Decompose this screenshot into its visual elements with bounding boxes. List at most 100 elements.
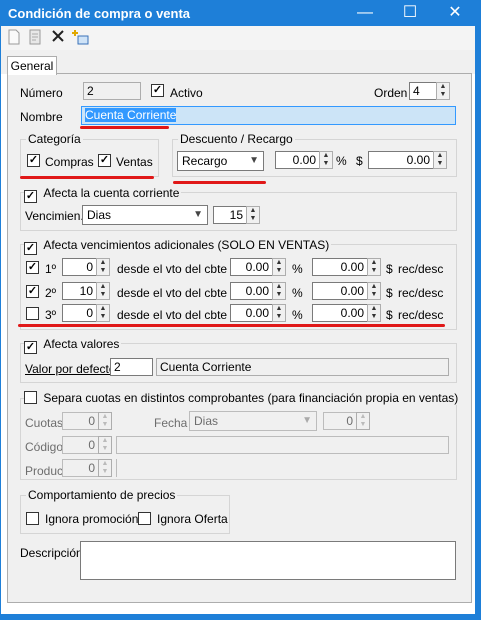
nombre-label: Nombre — [20, 110, 63, 124]
valor-defecto-label[interactable]: Valor por defecto — [25, 362, 116, 376]
new-doc-icon[interactable] — [5, 29, 23, 47]
venc-row-3-dias-spinner[interactable]: ▲ ▼ — [96, 304, 110, 322]
codigo-field[interactable]: 0 — [62, 436, 99, 454]
add-field-icon[interactable] — [71, 29, 89, 47]
vencimiento-unit-select[interactable]: Dias ▼ — [82, 205, 208, 225]
venc-row-3-pct-sign: % — [292, 308, 303, 322]
cuotas-header: Separa cuotas en distintos comprobantes … — [24, 391, 461, 405]
compras-checkbox[interactable]: ✓ — [27, 154, 40, 167]
venc-row-1-pct-field[interactable]: 0.00 — [230, 258, 273, 276]
venc-row-3-monto-field[interactable]: 0.00 — [312, 304, 368, 322]
edit-doc-icon[interactable] — [26, 29, 44, 47]
ventas-checkbox[interactable]: ✓ — [98, 154, 111, 167]
categoria-title: Categoría — [26, 132, 83, 146]
produc-label: Produc. — [25, 464, 67, 478]
codigo-spinner[interactable]: ▲ ▼ — [98, 436, 112, 454]
chevron-down-icon: ▼ — [302, 415, 312, 426]
ignora-promocion-checkbox[interactable] — [26, 512, 39, 525]
fecha-label: Fecha — [154, 416, 188, 430]
afecta-valores-header: ✓ Afecta valores — [24, 337, 122, 354]
produc-field[interactable]: 0 — [62, 459, 99, 477]
delete-icon[interactable] — [49, 29, 67, 47]
ignora-oferta-checkbox[interactable] — [138, 512, 151, 525]
venc-row-3-pct-spinner[interactable]: ▲ ▼ — [272, 304, 286, 322]
descripcion-field[interactable] — [80, 541, 456, 580]
codigo-label: Código — [25, 440, 64, 454]
venc-row-2-tipo: rec/desc — [398, 286, 444, 300]
venc-row-1-monto-field[interactable]: 0.00 — [312, 258, 368, 276]
venc-row-1-pct-spinner[interactable]: ▲ ▼ — [272, 258, 286, 276]
venc-row-1-pct-sign: % — [292, 262, 303, 276]
descuento-porcentaje-spinner[interactable]: ▲ ▼ — [319, 151, 333, 169]
window-frame-left — [0, 26, 1, 620]
vencimiento-dias-field[interactable]: 15 — [213, 206, 247, 224]
descuento-monto-spinner[interactable]: ▲ ▼ — [433, 151, 447, 169]
venc-row-2-monto-spinner[interactable]: ▲ ▼ — [367, 282, 381, 300]
vencimiento-unit-value: Dias — [87, 208, 112, 222]
ventas-label: Ventas — [116, 155, 153, 169]
venc-row-2-dias-spinner[interactable]: ▲ ▼ — [96, 282, 110, 300]
orden-spinner[interactable]: ▲ ▼ — [436, 82, 450, 100]
vencimiento-dias-spinner[interactable]: ▲ ▼ — [246, 206, 260, 224]
venc-row-3-dias-field[interactable]: 0 — [62, 304, 97, 322]
orden-label: Orden — [374, 86, 408, 100]
venc-row-1-dias-field[interactable]: 0 — [62, 258, 97, 276]
window-title: Condición de compra o venta — [8, 6, 191, 21]
venc-row-2-monto-field[interactable]: 0.00 — [312, 282, 368, 300]
valor-defecto-name-field: Cuenta Corriente — [156, 358, 449, 376]
orden-field[interactable]: 4 — [409, 82, 437, 100]
precios-title: Comportamiento de precios — [26, 488, 178, 502]
vencimiento-label: Vencimien. — [25, 209, 84, 223]
nombre-field[interactable]: Cuenta Corriente — [81, 106, 456, 125]
tab-strip — [1, 50, 475, 74]
percent-sign: % — [336, 154, 347, 168]
cuotas-field[interactable]: 0 — [62, 412, 99, 430]
annotation-underline — [173, 181, 266, 184]
produc-spinner[interactable]: ▲ ▼ — [98, 459, 112, 477]
codigo-description-field — [116, 436, 449, 454]
fecha-unit-select[interactable]: Dias ▼ — [189, 411, 317, 431]
cuotas-header-label: Separa cuotas en distintos comprobantes … — [43, 391, 459, 405]
activo-checkbox[interactable]: ✓ — [151, 84, 164, 97]
venc-row-2-dias-field[interactable]: 10 — [62, 282, 97, 300]
fecha-field[interactable]: 0 — [323, 412, 357, 430]
close-button[interactable]: ✕ — [433, 0, 477, 26]
venc-row-3-checkbox[interactable] — [26, 307, 39, 320]
descuento-porcentaje-field[interactable]: 0.00 — [275, 151, 320, 169]
afecta-cc-checkbox[interactable]: ✓ — [24, 190, 37, 203]
minimize-button[interactable]: — — [343, 0, 387, 26]
descuento-monto-field[interactable]: 0.00 — [368, 151, 434, 169]
vencimientos-checkbox[interactable]: ✓ — [24, 242, 37, 255]
tab-general[interactable]: General — [7, 56, 57, 75]
descuento-tipo-select[interactable]: Recargo ▼ — [177, 151, 264, 171]
venc-row-1-monto-spinner[interactable]: ▲ ▼ — [367, 258, 381, 276]
vencimientos-label: Afecta vencimientos adicionales (SOLO EN… — [43, 238, 330, 252]
venc-row-3-monto-spinner[interactable]: ▲ ▼ — [367, 304, 381, 322]
chevron-down-icon: ▼ — [193, 209, 203, 220]
activo-label: Activo — [170, 86, 203, 100]
venc-row-2-pct-spinner[interactable]: ▲ ▼ — [272, 282, 286, 300]
fecha-spinner[interactable]: ▲ ▼ — [356, 412, 370, 430]
cuotas-label: Cuotas — [25, 416, 64, 430]
cuotas-checkbox[interactable] — [24, 391, 37, 404]
venc-row-1-dias-spinner[interactable]: ▲ ▼ — [96, 258, 110, 276]
ignora-promocion-label: Ignora promoción — [45, 512, 139, 526]
venc-row-1-checkbox[interactable]: ✓ — [26, 261, 39, 274]
window-frame-right — [475, 26, 481, 620]
venc-row-2-pct-field[interactable]: 0.00 — [230, 282, 273, 300]
ignora-oferta-label: Ignora Oferta — [157, 512, 228, 526]
produc-divider — [116, 459, 117, 477]
venc-row-3-pct-field[interactable]: 0.00 — [230, 304, 273, 322]
venc-row-3-ord: 3º — [45, 308, 57, 322]
venc-row-1-desde: desde el vto del cbte — [117, 262, 228, 276]
afecta-valores-checkbox[interactable]: ✓ — [24, 341, 37, 354]
maximize-button[interactable]: ☐ — [388, 0, 432, 26]
venc-row-1-tipo: rec/desc — [398, 262, 444, 276]
currency-sign: $ — [356, 154, 363, 168]
cuotas-spinner[interactable]: ▲ ▼ — [98, 412, 112, 430]
venc-row-2-checkbox[interactable]: ✓ — [26, 285, 39, 298]
afecta-cc-label: Afecta la cuenta corriente — [43, 186, 180, 200]
annotation-underline — [20, 176, 154, 179]
valor-defecto-code-field[interactable]: 2 — [110, 358, 153, 376]
afecta-cc-header: ✓ Afecta la cuenta corriente — [24, 186, 182, 203]
